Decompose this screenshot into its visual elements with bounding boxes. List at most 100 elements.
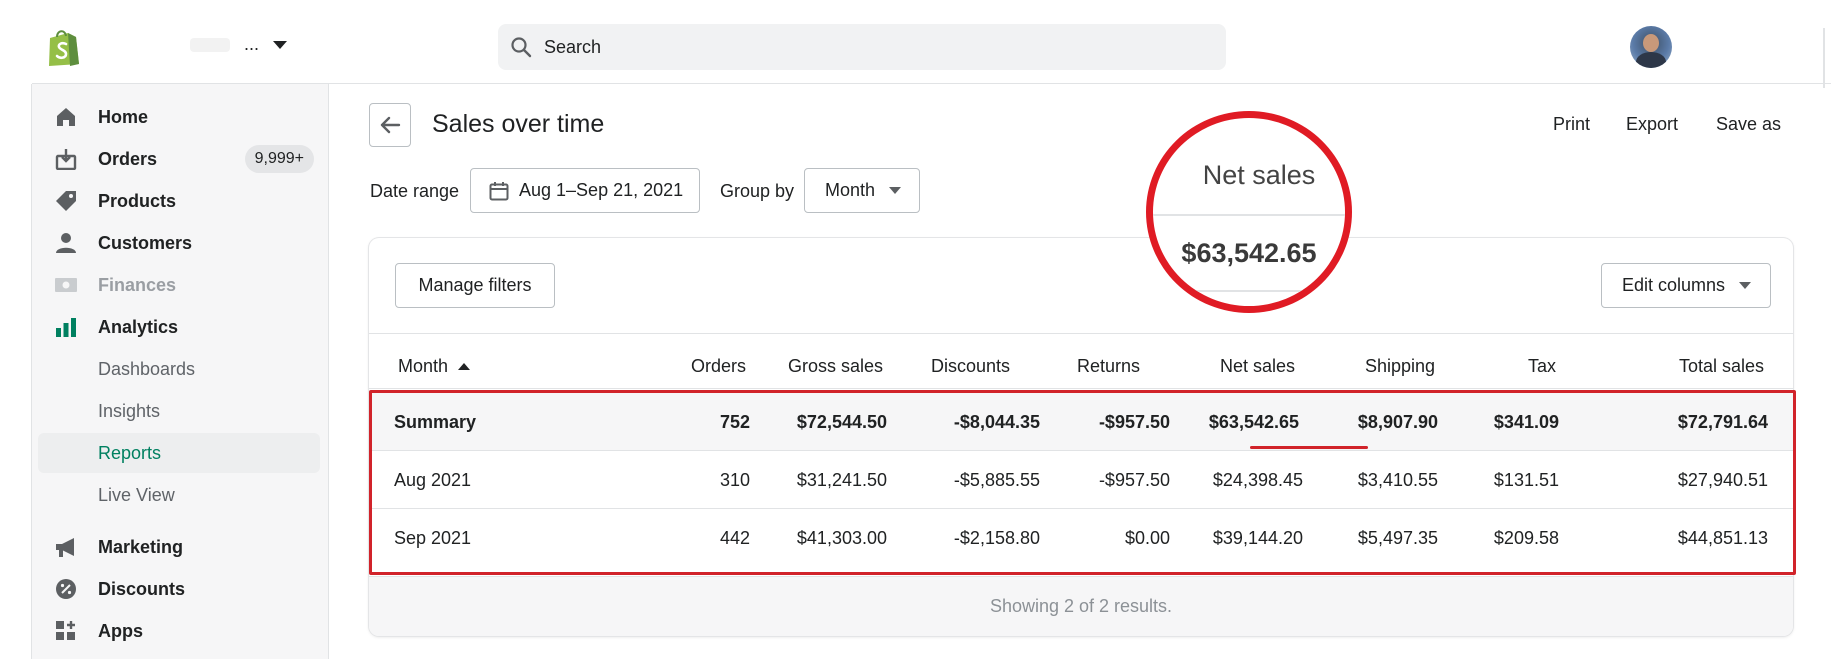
card-divider	[369, 333, 1793, 334]
store-name: ...	[244, 34, 260, 54]
sidebar-item-label: Home	[98, 106, 149, 127]
shopify-logo-icon[interactable]	[46, 28, 80, 66]
zoom-divider	[1153, 290, 1345, 292]
discount-icon	[54, 577, 78, 601]
cell-returns: $0.00	[1124, 528, 1170, 548]
cell-returns: -$957.50	[1098, 412, 1170, 432]
annotation-zoom-circle: Net sales $63,542.65	[1146, 111, 1352, 313]
column-header-orders[interactable]: Orders	[691, 356, 746, 377]
cell-gross-sales: $72,544.50	[796, 412, 887, 432]
print-button[interactable]: Print	[1553, 114, 1590, 135]
sidebar-subitem-insights[interactable]: Insights	[38, 391, 320, 431]
cell-shipping: $5,497.35	[1357, 528, 1438, 548]
cell-total-sales: $44,851.13	[1677, 528, 1768, 548]
cell-net-sales: $39,144.20	[1212, 528, 1303, 548]
annotation-underline	[1250, 446, 1368, 449]
save-as-button[interactable]: Save as	[1716, 114, 1781, 135]
arrow-left-icon	[380, 116, 401, 134]
sidebar-subitem-dashboards[interactable]: Dashboards	[38, 349, 320, 389]
edit-columns-button[interactable]: Edit columns	[1601, 263, 1771, 308]
caret-down-icon	[273, 40, 288, 49]
cell-month: Sep 2021	[394, 528, 472, 548]
finances-icon	[54, 273, 78, 297]
avatar[interactable]	[1630, 26, 1672, 68]
table-row[interactable]: Aug 2021 310 $31,241.50 -$5,885.55 -$957…	[369, 451, 1793, 509]
sidebar-item-finances[interactable]: Finances	[38, 265, 320, 305]
search-bar[interactable]: Search	[498, 24, 1226, 70]
date-range-label: Date range	[370, 181, 460, 201]
cell-orders: 442	[719, 528, 750, 548]
cell-month: Summary	[394, 412, 477, 432]
results-footer: Showing 2 of 2 results.	[369, 576, 1793, 636]
column-header-total-sales[interactable]: Total sales	[1679, 356, 1764, 377]
sidebar-item-products[interactable]: Products	[38, 181, 320, 221]
home-icon	[54, 105, 78, 129]
cell-net-sales: $24,398.45	[1212, 470, 1303, 490]
header-divider	[369, 388, 1793, 389]
date-range-value: Aug 1–Sep 21, 2021	[519, 180, 684, 200]
sidebar-item-label: Customers	[98, 232, 193, 253]
sidebar-item-orders[interactable]: Orders 9,999+	[38, 139, 320, 179]
sidebar-subitem-label: Reports	[98, 442, 162, 463]
group-by-select[interactable]: Month	[804, 168, 920, 213]
cell-total-sales: $72,791.64	[1677, 412, 1768, 432]
back-button[interactable]	[369, 103, 411, 147]
cell-gross-sales: $31,241.50	[796, 470, 887, 490]
sidebar-item-label: Marketing	[98, 536, 184, 557]
sidebar-item-marketing[interactable]: Marketing	[38, 527, 320, 567]
cell-net-sales: $63,542.65	[1208, 412, 1299, 432]
column-header-tax[interactable]: Tax	[1528, 356, 1556, 377]
sidebar-item-home[interactable]: Home	[38, 97, 320, 137]
report-card: Manage filters Edit columns Month Orders…	[369, 238, 1793, 636]
sidebar-item-label: Finances	[98, 274, 177, 295]
cell-returns: -$957.50	[1098, 470, 1170, 490]
orders-count-badge: 9,999+	[244, 145, 314, 173]
cell-shipping: $3,410.55	[1357, 470, 1438, 490]
column-header-returns[interactable]: Returns	[1077, 356, 1140, 377]
manage-filters-button[interactable]: Manage filters	[395, 263, 555, 308]
sidebar-item-customers[interactable]: Customers	[38, 223, 320, 263]
column-header-shipping[interactable]: Shipping	[1365, 356, 1435, 377]
cell-month: Aug 2021	[394, 470, 472, 490]
date-range-picker[interactable]: Aug 1–Sep 21, 2021	[470, 168, 700, 213]
person-icon	[54, 231, 78, 255]
cell-orders: 310	[719, 470, 750, 490]
window-edge	[1823, 28, 1825, 88]
store-switcher[interactable]: ...	[190, 34, 288, 55]
top-bar: ... Search	[0, 0, 1831, 88]
sidebar-item-analytics[interactable]: Analytics	[38, 307, 320, 347]
sidebar-item-apps[interactable]: Apps	[38, 611, 320, 651]
sidebar-subitem-label: Insights	[98, 400, 161, 421]
sidebar-subitem-live-view[interactable]: Live View	[38, 475, 320, 515]
sidebar-subitem-reports[interactable]: Reports	[38, 433, 320, 473]
export-button[interactable]: Export	[1626, 114, 1678, 135]
cell-total-sales: $27,940.51	[1677, 470, 1768, 490]
cell-tax: $209.58	[1493, 528, 1559, 548]
cell-gross-sales: $41,303.00	[796, 528, 887, 548]
column-header-gross-sales[interactable]: Gross sales	[788, 356, 883, 377]
search-icon	[511, 37, 532, 58]
sidebar-item-label: Products	[98, 190, 177, 211]
column-header-net-sales[interactable]: Net sales	[1220, 356, 1295, 377]
sidebar-item-discounts[interactable]: Discounts	[38, 569, 320, 609]
sidebar-item-label: Apps	[98, 620, 143, 641]
zoom-net-sales-label: Net sales	[1202, 160, 1316, 190]
edit-columns-label: Edit columns	[1622, 275, 1726, 295]
cell-tax: $341.09	[1493, 412, 1559, 432]
caret-down-icon	[889, 187, 902, 194]
cell-shipping: $8,907.90	[1357, 412, 1438, 432]
avatar-face	[1643, 34, 1659, 52]
column-header-discounts[interactable]: Discounts	[931, 356, 1010, 377]
cell-tax: $131.51	[1493, 470, 1559, 490]
search-placeholder: Search	[544, 36, 602, 57]
group-by-value: Month	[825, 180, 876, 200]
cell-discounts: -$5,885.55	[953, 470, 1040, 490]
table-row[interactable]: Sep 2021 442 $41,303.00 -$2,158.80 $0.00…	[369, 509, 1793, 567]
tag-icon	[54, 189, 78, 213]
sidebar-subitem-label: Dashboards	[98, 358, 196, 379]
column-header-month[interactable]: Month	[398, 356, 471, 377]
calendar-icon	[489, 181, 509, 200]
sidebar-subitem-label: Live View	[98, 484, 175, 505]
cell-discounts: -$8,044.35	[953, 412, 1040, 432]
bar-chart-icon	[54, 315, 78, 339]
